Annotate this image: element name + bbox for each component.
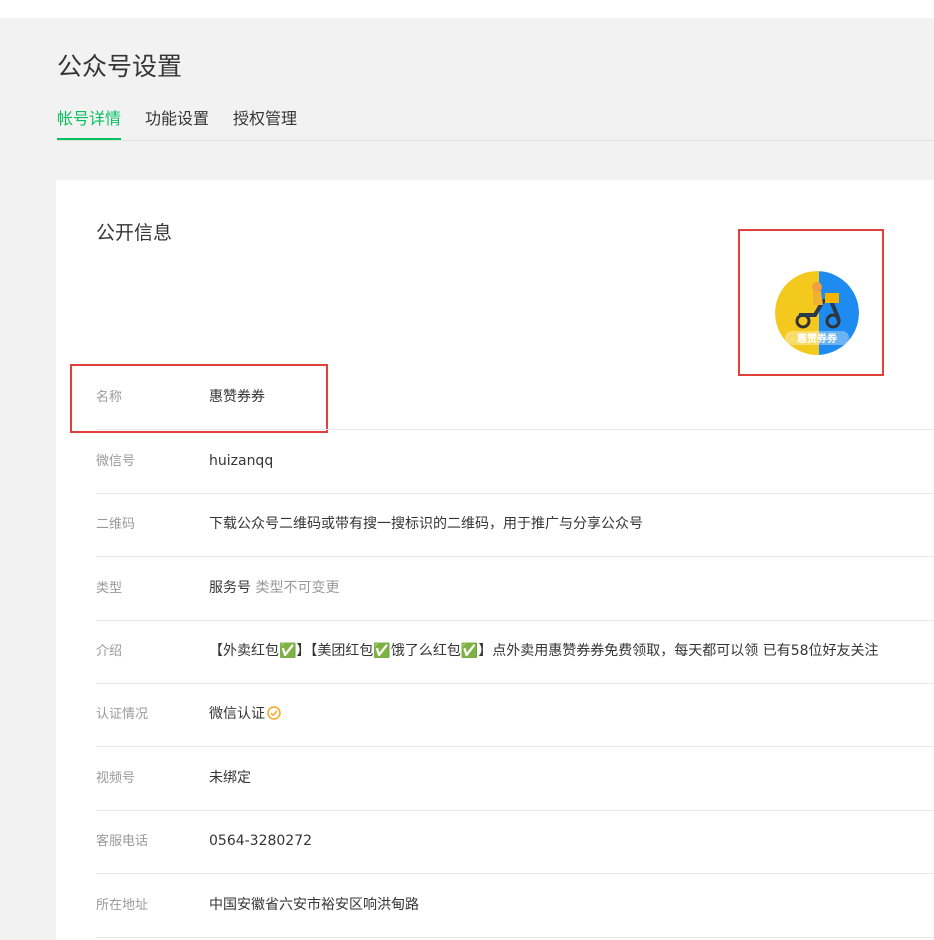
info-row-intro: 介绍 【外卖红包✅】【美团红包✅饿了么红包✅】点外卖用惠赞券券免费领取，每天都可… <box>96 620 934 684</box>
row-label: 微信号 <box>96 454 136 469</box>
account-info-card: 公开信息 惠赞券券 名称 惠赞券券 微信号 huizanqq 二维码 下载公众号… <box>56 180 934 940</box>
info-row-channels: 视频号 未绑定 <box>96 747 934 811</box>
account-type: 服务号 类型不可变更 <box>209 557 339 620</box>
account-type-note: 类型不可变更 <box>255 580 340 596</box>
row-label: 名称 <box>96 390 123 405</box>
logo-caption: 惠赞券券 <box>797 332 838 345</box>
service-phone: 0564-3280272 <box>209 833 313 849</box>
tab-feature-settings[interactable]: 功能设置 <box>145 104 209 140</box>
verified-check-icon <box>267 706 281 720</box>
row-label: 所在地址 <box>96 898 149 913</box>
delivery-scooter-logo-icon: 惠赞券券 <box>775 271 859 355</box>
wechat-id: huizanqq <box>209 453 274 469</box>
account-name: 惠赞券券 <box>209 389 265 405</box>
row-label: 介绍 <box>96 644 123 659</box>
tab-account-details[interactable]: 帐号详情 <box>57 104 122 140</box>
info-row-service-phone: 客服电话 0564-3280272 <box>96 810 934 874</box>
avatar-highlight-box: 惠赞券券 <box>738 229 884 376</box>
section-title: 公开信息 <box>96 222 173 244</box>
info-row-address: 所在地址 中国安徽省六安市裕安区响洪甸路 <box>96 874 934 938</box>
page-title: 公众号设置 <box>57 52 183 81</box>
row-label: 客服电话 <box>96 834 149 849</box>
account-type-value: 服务号 <box>209 580 251 596</box>
info-row-verification: 认证情况 微信认证 <box>96 683 934 747</box>
info-row-qrcode: 二维码 下载公众号二维码或带有搜一搜标识的二维码，用于推广与分享公众号 <box>96 493 934 557</box>
info-row-wechat-id: 微信号 huizanqq <box>96 430 934 494</box>
qrcode-download-link[interactable]: 下载公众号二维码或带有搜一搜标识的二维码，用于推广与分享公众号 <box>209 493 643 556</box>
address: 中国安徽省六安市裕安区响洪甸路 <box>209 897 419 913</box>
row-label: 认证情况 <box>96 707 149 722</box>
verification-status: 微信认证 <box>209 683 281 746</box>
tab-authorization-management[interactable]: 授权管理 <box>233 104 297 140</box>
row-label: 二维码 <box>96 517 136 532</box>
avatar[interactable]: 惠赞券券 <box>775 271 859 355</box>
row-label: 视频号 <box>96 771 136 786</box>
account-intro: 【外卖红包✅】【美团红包✅饿了么红包✅】点外卖用惠赞券券免费领取，每天都可以领 … <box>209 643 879 659</box>
tab-bar: 帐号详情 功能设置 授权管理 <box>57 104 934 141</box>
row-label: 类型 <box>96 581 123 596</box>
channels-status: 未绑定 <box>209 770 251 786</box>
top-bar <box>0 0 934 18</box>
verification-text: 微信认证 <box>209 706 265 722</box>
info-row-name: 名称 惠赞券券 <box>96 366 934 430</box>
info-row-type: 类型 服务号 类型不可变更 <box>96 557 934 621</box>
